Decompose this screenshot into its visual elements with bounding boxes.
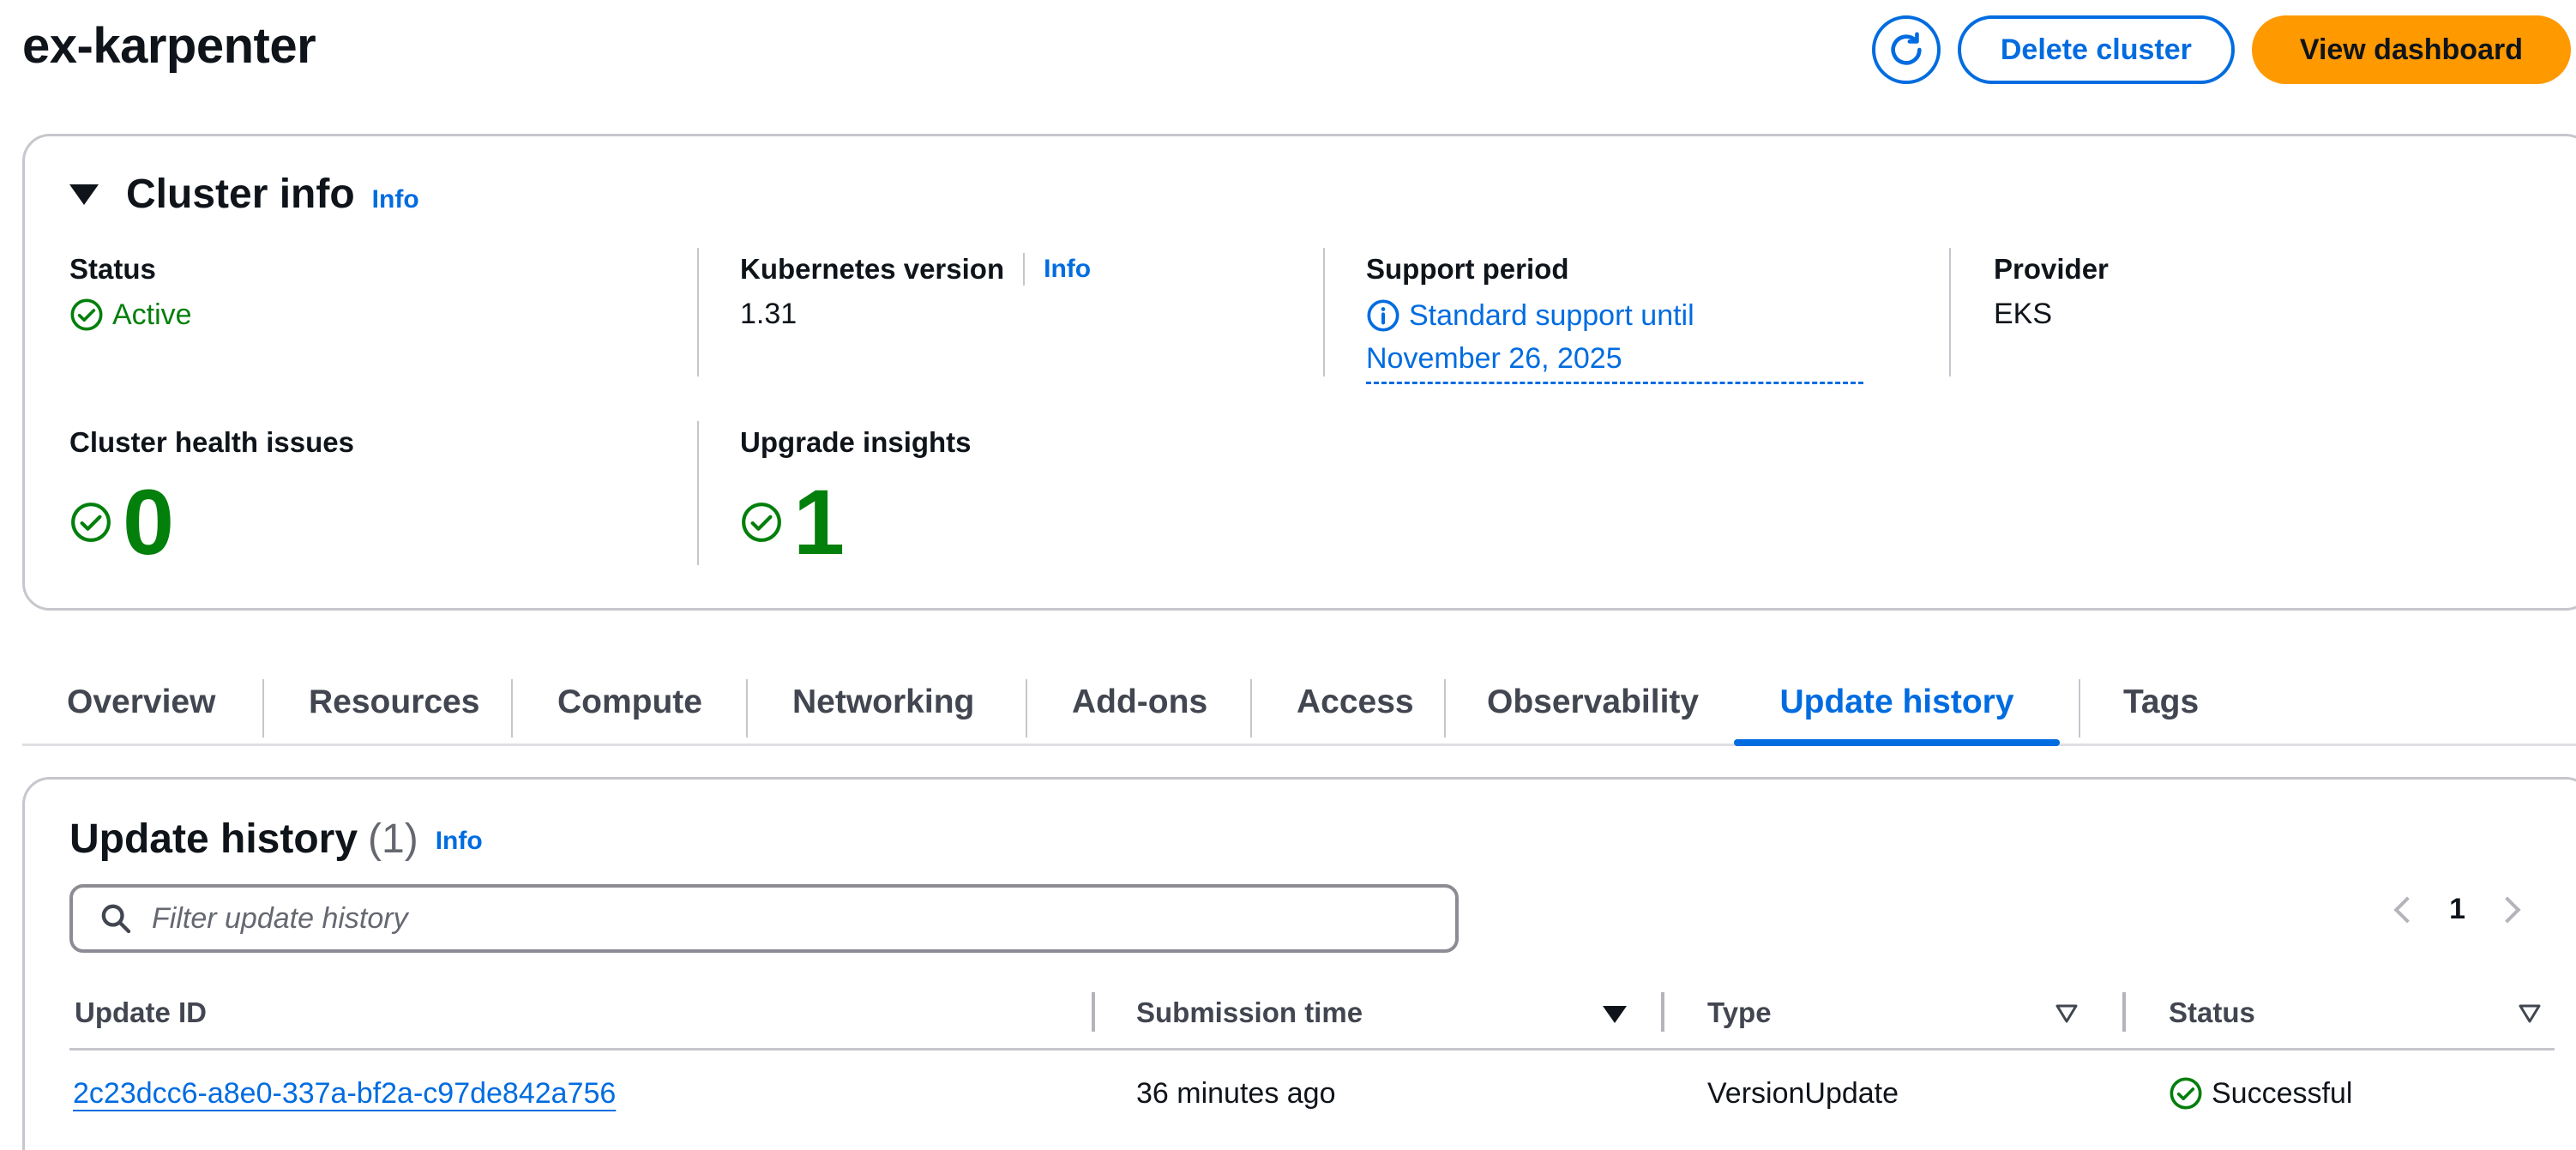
support-period-label: Support period [1366,253,1569,285]
update-history-info-link[interactable]: Info [436,827,483,856]
current-page[interactable]: 1 [2449,893,2465,926]
tab-observability[interactable]: Observability [1487,660,1699,744]
divider [697,421,699,565]
kubernetes-version-info-link[interactable]: Info [1044,255,1091,284]
cluster-info-panel: Cluster info Info Status Active Kubernet… [22,134,2576,611]
sort-icon[interactable] [2055,1004,2078,1023]
status-label: Status [69,253,156,285]
update-history-header: Update history (1) Info [69,816,483,863]
check-circle-icon [742,503,781,542]
divider [1949,248,1951,376]
update-history-count: (1) [368,816,418,862]
tab-separator [1444,679,1446,738]
status-text: Successful [2212,1076,2353,1110]
kubernetes-version-label: Kubernetes version [740,253,1005,285]
sort-icon[interactable] [2519,1004,2541,1023]
sort-descending-icon[interactable] [1603,1006,1627,1023]
provider-field: Provider EKS [1994,253,2109,331]
submission-time-cell: 36 minutes ago [1136,1076,1336,1110]
tab-separator [1250,679,1252,738]
tab-bar: Overview Resources Compute Networking Ad… [22,660,2576,746]
update-history-title: Update history [69,816,358,862]
tab-overview[interactable]: Overview [67,660,215,744]
tab-networking[interactable]: Networking [792,660,974,744]
cluster-health-label: Cluster health issues [69,426,354,458]
tab-separator [746,679,748,738]
cluster-health-field: Cluster health issues 0 [69,426,354,569]
view-dashboard-button[interactable]: View dashboard [2251,15,2571,84]
refresh-icon [1891,32,1922,65]
tab-update-history-label: Update history [1779,683,2014,720]
status-field: Status Active [69,253,192,332]
search-icon [101,904,131,934]
type-cell: VersionUpdate [1707,1076,1899,1110]
tab-separator [511,679,513,738]
support-period-line2: November 26, 2025 [1366,342,1622,375]
cluster-info-info-link[interactable]: Info [372,185,419,214]
filter-input[interactable] [152,901,1352,936]
column-type[interactable]: Type [1707,975,1772,1051]
tab-add-ons[interactable]: Add-ons [1072,660,1207,744]
cluster-info-header: Cluster info Info [69,171,419,218]
update-id-link[interactable]: 2c23dcc6-a8e0-337a-bf2a-c97de842a756 [73,1077,616,1111]
tab-separator [1026,679,1027,738]
kubernetes-version-field: Kubernetes version Info 1.31 [740,253,1091,331]
check-circle-icon [2170,1077,2202,1110]
support-period-field: Support period Standard support until No… [1366,253,1863,384]
cluster-info-title: Cluster info [126,172,355,217]
pagination: 1 [2393,893,2521,926]
provider-label: Provider [1994,253,2109,285]
update-history-table: Update ID Submission time Type Status 2c… [69,975,2555,1136]
previous-page-icon[interactable] [2393,895,2421,924]
tab-separator [2079,679,2080,738]
cluster-health-value[interactable]: 0 [123,476,174,569]
tab-tags[interactable]: Tags [2123,660,2199,744]
provider-value: EKS [1994,298,2053,330]
info-circle-icon [1367,299,1399,332]
check-circle-icon [71,503,111,542]
page-title: ex-karpenter [22,18,316,74]
tab-separator [262,679,264,738]
column-status[interactable]: Status [2169,975,2255,1051]
column-resizer[interactable] [1661,992,1664,1032]
tab-compute[interactable]: Compute [557,660,702,744]
update-history-panel: Update history (1) Info 1 Update ID Subm… [22,777,2576,1150]
label-separator [1023,253,1026,286]
table-row: 2c23dcc6-a8e0-337a-bf2a-c97de842a756 36 … [69,1051,2555,1136]
tab-update-history[interactable]: Update history [1734,660,2060,746]
table-header: Update ID Submission time Type Status [69,975,2555,1051]
kubernetes-version-value: 1.31 [740,298,797,330]
divider [1323,248,1325,376]
refresh-button[interactable] [1871,15,1941,84]
filter-search-box[interactable] [69,884,1459,953]
collapse-caret-icon[interactable] [69,184,99,205]
column-submission-time[interactable]: Submission time [1136,975,1363,1051]
status-value: Active [112,298,192,331]
upgrade-insights-value[interactable]: 1 [793,476,845,569]
support-period-line1: Standard support until [1409,299,1694,332]
upgrade-insights-field: Upgrade insights 1 [740,426,972,569]
column-resizer[interactable] [2122,992,2126,1032]
divider [697,248,699,376]
next-page-icon[interactable] [2494,895,2521,924]
column-resizer[interactable] [1092,992,1095,1032]
check-circle-icon [70,298,103,331]
header-actions: Delete cluster View dashboard [1871,15,2571,84]
tab-access[interactable]: Access [1297,660,1414,744]
delete-cluster-button[interactable]: Delete cluster [1957,15,2235,84]
upgrade-insights-label: Upgrade insights [740,426,972,458]
status-cell: Successful [2169,1051,2352,1136]
tab-resources[interactable]: Resources [309,660,479,744]
support-period-link[interactable]: Standard support until November 26, 2025 [1366,294,1863,384]
column-update-id[interactable]: Update ID [75,975,207,1051]
active-tab-indicator [1734,739,2060,746]
